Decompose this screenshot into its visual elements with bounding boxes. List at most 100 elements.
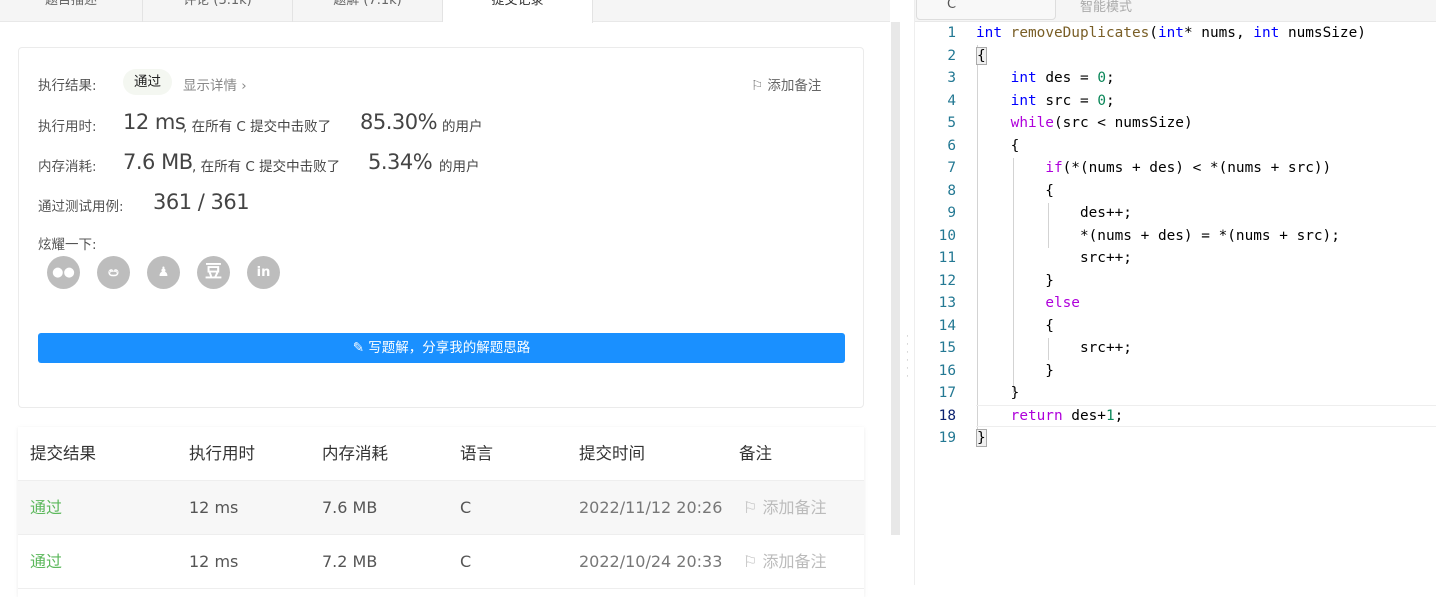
- code-line[interactable]: *(nums + des) = *(nums + src);: [976, 225, 1340, 248]
- line-number: 9: [947, 205, 956, 221]
- code-line[interactable]: int des = 0;: [976, 67, 1115, 90]
- memory-text: , 在所有 C 提交中击败了: [192, 159, 341, 175]
- code-token: des =: [1036, 70, 1098, 86]
- code-token: }: [976, 385, 1020, 401]
- code-line[interactable]: if(*(nums + des) < *(nums + src)): [976, 157, 1331, 180]
- line-number: 17: [938, 385, 956, 401]
- show-details-link[interactable]: 显示详情 ›: [183, 74, 247, 94]
- tab-comments[interactable]: 评论 (3.1k): [143, 0, 293, 22]
- header-time: 执行用时: [189, 444, 255, 463]
- code-line[interactable]: }: [976, 360, 1054, 383]
- code-token: }: [976, 272, 1054, 289]
- code-token: ;: [1114, 407, 1124, 424]
- row-memory: 7.6 MB: [322, 498, 378, 517]
- weibo-icon[interactable]: ඏ: [97, 256, 130, 289]
- code-line[interactable]: src++;: [976, 247, 1132, 270]
- row-time: 12 ms: [189, 498, 239, 517]
- smart-mode-toggle[interactable]: 智能模式: [1080, 0, 1132, 15]
- code-line[interactable]: {: [976, 180, 1054, 203]
- code-token: {: [976, 46, 987, 65]
- code-editor[interactable]: 1 int removeDuplicates(int* nums, int num…: [916, 22, 1436, 585]
- header-status: 提交结果: [30, 444, 96, 463]
- code-line[interactable]: else: [976, 292, 1080, 315]
- editor-toolbar: C 智能模式: [915, 0, 1436, 22]
- note-label: 添加备注: [762, 552, 827, 571]
- tab-label: 提交记录: [491, 0, 544, 8]
- pencil-icon: ✎: [352, 340, 364, 356]
- line-number: 6: [947, 137, 956, 154]
- table-row[interactable]: 通过 12 ms 7.6 MB C 2022/11/12 20:26 ⚐ 添加备…: [18, 481, 864, 535]
- tab-solutions[interactable]: 题解 (7.1k): [293, 0, 443, 22]
- line-number: 10: [938, 227, 956, 244]
- tab-submissions[interactable]: 提交记录: [443, 0, 593, 23]
- code-line[interactable]: src++;: [976, 337, 1132, 360]
- code-token: {: [976, 182, 1054, 199]
- row-language: C: [460, 498, 472, 517]
- code-token: src++;: [976, 340, 1132, 356]
- code-token: (: [1149, 25, 1158, 41]
- douban-icon[interactable]: 豆: [197, 256, 230, 289]
- code-token: des+: [1062, 407, 1106, 424]
- code-token: (*(nums + des) < *(nums + src)): [1062, 160, 1332, 176]
- tab-label: 评论 (3.1k): [183, 0, 252, 8]
- code-token: if: [1045, 160, 1063, 176]
- code-token: src++;: [976, 250, 1132, 266]
- code-token: 0: [1097, 92, 1106, 109]
- row-status[interactable]: 通过: [30, 481, 62, 535]
- status-badge: 通过: [123, 69, 172, 95]
- add-note-label: 添加备注: [767, 78, 822, 94]
- line-number: 4: [947, 92, 956, 109]
- code-token: else: [1045, 295, 1080, 311]
- line-number: 3: [947, 70, 956, 86]
- write-solution-label: 写题解，分享我的解题思路: [368, 340, 531, 356]
- line-number: 19: [938, 430, 956, 446]
- code-token: numsSize): [1279, 25, 1366, 41]
- time-suffix: 的用户: [442, 119, 483, 135]
- row-time: 12 ms: [189, 552, 239, 571]
- line-number: 13: [938, 295, 956, 311]
- panel-resize-handle[interactable]: · · · · · ·: [900, 0, 915, 585]
- header-note: 备注: [739, 444, 772, 463]
- left-scrollbar[interactable]: [891, 22, 900, 535]
- table-header: 提交结果 执行用时 内存消耗 语言 提交时间 备注: [18, 427, 864, 481]
- qq-icon[interactable]: ♟: [147, 256, 180, 289]
- language-value: C: [947, 0, 957, 12]
- memory-value: 7.6 MB: [123, 150, 193, 174]
- code-token: int: [1010, 70, 1037, 86]
- code-line[interactable]: des++;: [976, 202, 1132, 225]
- code-line[interactable]: return des+1;: [976, 405, 1124, 428]
- tab-description[interactable]: 题目描述: [0, 0, 143, 22]
- write-solution-button[interactable]: ✎ 写题解，分享我的解题思路: [38, 333, 845, 363]
- row-add-note[interactable]: ⚐ 添加备注: [743, 481, 826, 535]
- code-token: {: [976, 137, 1020, 154]
- linkedin-icon[interactable]: in: [247, 256, 280, 289]
- submissions-table: 提交结果 执行用时 内存消耗 语言 提交时间 备注 通过 12 ms 7.6 M…: [18, 427, 864, 597]
- code-line[interactable]: {: [976, 45, 987, 68]
- time-text: , 在所有 C 提交中击败了: [183, 119, 332, 135]
- add-note-button[interactable]: ⚐ 添加备注: [751, 74, 821, 94]
- language-select[interactable]: C: [916, 0, 1056, 20]
- row-status[interactable]: 通过: [30, 535, 62, 589]
- row-submitted: 2022/10/24 20:33: [579, 552, 723, 571]
- flag-icon: ⚐: [743, 498, 758, 517]
- code-line[interactable]: while(src < numsSize): [976, 112, 1193, 135]
- table-row[interactable]: 通过 12 ms 7.2 MB C 2022/10/24 20:33 ⚐ 添加备…: [18, 535, 864, 589]
- code-line[interactable]: }: [976, 427, 987, 450]
- code-line[interactable]: {: [976, 315, 1054, 338]
- code-line[interactable]: int src = 0;: [976, 90, 1115, 113]
- code-token: (src < numsSize): [1053, 115, 1193, 131]
- line-number: 11: [938, 250, 956, 266]
- code-token: while: [1010, 115, 1054, 131]
- line-number: 16: [938, 362, 956, 379]
- code-line[interactable]: {: [976, 135, 1020, 158]
- code-line[interactable]: int removeDuplicates(int* nums, int nums…: [976, 22, 1366, 45]
- wechat-icon[interactable]: ●●: [47, 256, 80, 289]
- tab-label: 题解 (7.1k): [333, 0, 402, 8]
- drag-dots-icon: · · · · · ·: [906, 332, 909, 382]
- code-line[interactable]: }: [976, 382, 1020, 405]
- code-line[interactable]: }: [976, 270, 1054, 293]
- row-add-note[interactable]: ⚐ 添加备注: [743, 535, 826, 589]
